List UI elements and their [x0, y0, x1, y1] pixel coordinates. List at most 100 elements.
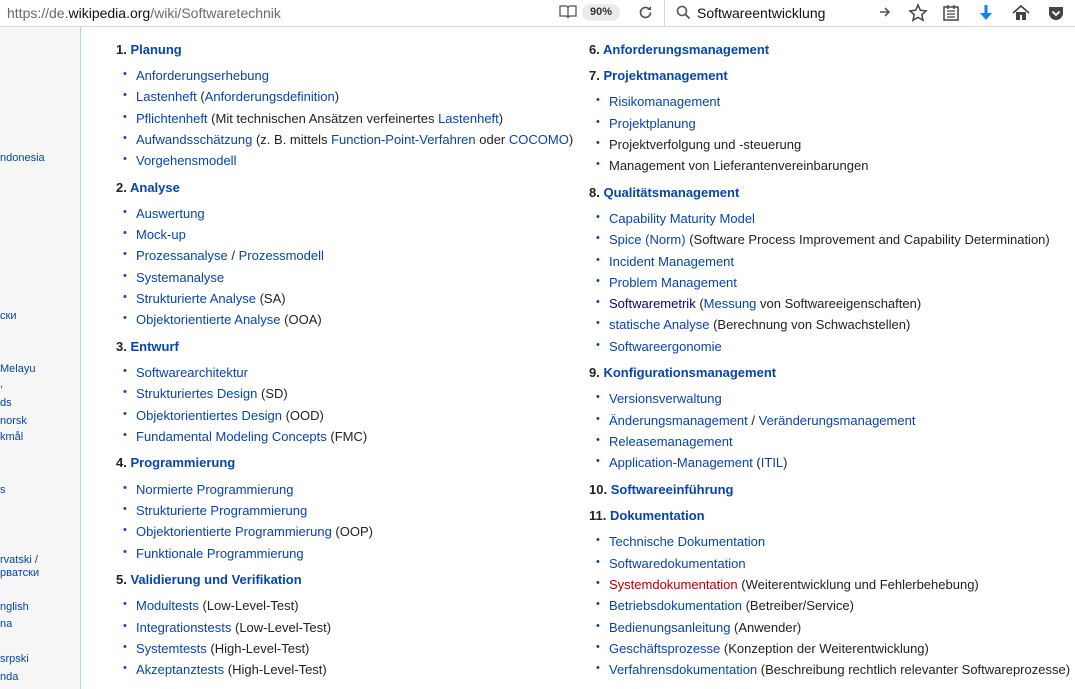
link[interactable]: Fundamental Modeling Concepts	[136, 429, 327, 444]
lang-link[interactable]: nglish	[0, 601, 29, 613]
bookmark-star-icon[interactable]	[908, 3, 928, 23]
lang-link[interactable]: ndonesia	[0, 152, 45, 164]
link[interactable]: Systemtests	[136, 641, 207, 656]
section-link[interactable]: Entwurf	[130, 339, 178, 354]
section-link[interactable]: Softwareeinführung	[611, 482, 734, 497]
link[interactable]: Objektorientierte Programmierung	[136, 524, 332, 539]
link[interactable]: Bedienungsanleitung	[609, 620, 730, 635]
lang-link[interactable]: nda	[0, 671, 18, 683]
link[interactable]: COCOMO	[509, 132, 569, 147]
section-link[interactable]: Validierung und Verifikation	[130, 572, 301, 587]
link[interactable]: Betriebsdokumentation	[609, 598, 742, 613]
lang-link[interactable]: kmål	[0, 431, 23, 443]
text: (Betreiber/Service)	[741, 598, 854, 613]
url-bar[interactable]: https://de.wikipedia.org/wiki/Softwarete…	[0, 0, 664, 26]
section-number: 5.	[116, 572, 127, 587]
link[interactable]: Softwaredokumentation	[609, 556, 746, 571]
link[interactable]: Modultests	[136, 598, 199, 613]
lang-link[interactable]: ds	[0, 397, 12, 409]
link[interactable]: Verfahrensdokumentation	[609, 662, 757, 677]
section-link[interactable]: Qualitätsmanagement	[603, 185, 739, 200]
link[interactable]: Objektorientiertes Design	[136, 408, 282, 423]
link[interactable]: Aufwandsschätzung	[136, 132, 252, 147]
section-link[interactable]: Dokumentation	[610, 508, 705, 523]
section-link[interactable]: Anforderungsmanagement	[603, 42, 769, 57]
link[interactable]: Anforderungserhebung	[136, 68, 269, 83]
link[interactable]: statische Analyse	[609, 317, 709, 332]
zoom-level-badge[interactable]: 90%	[582, 4, 620, 21]
link[interactable]: Lastenheft	[438, 111, 499, 126]
section-link[interactable]: Projektmanagement	[603, 68, 727, 83]
link[interactable]: Application-Management	[609, 455, 753, 470]
lang-link[interactable]: na	[0, 618, 12, 630]
link[interactable]: Integrationstests	[136, 620, 231, 635]
lang-link[interactable]: рватски	[0, 567, 39, 579]
url-text[interactable]: https://de.wikipedia.org/wiki/Softwarete…	[7, 5, 281, 21]
link[interactable]: Function-Point-Verfahren	[331, 132, 476, 147]
lang-link[interactable]: srpski	[0, 653, 29, 665]
link[interactable]: Geschäftsprozesse	[609, 641, 720, 656]
section-link[interactable]: Analyse	[130, 180, 180, 195]
text: (OOA)	[280, 312, 322, 327]
list-item: Aufwandsschätzung (z. B. mittels Functio…	[123, 132, 574, 147]
red-link[interactable]: Systemdokumentation	[609, 577, 738, 592]
link[interactable]: Anforderungsdefinition	[205, 89, 335, 104]
section-number: 11.	[589, 508, 607, 523]
link[interactable]: Problem Management	[609, 275, 737, 290]
link[interactable]: Änderungsmanagement	[609, 413, 748, 428]
list-item: Softwarearchitektur	[123, 365, 248, 380]
link[interactable]: Releasemanagement	[609, 434, 733, 449]
link[interactable]: Strukturierte Analyse	[136, 291, 256, 306]
link[interactable]: Capability Maturity Model	[609, 211, 755, 226]
home-icon[interactable]	[1011, 3, 1031, 23]
link[interactable]: Technische Dokumentation	[609, 534, 765, 549]
pocket-icon[interactable]	[1046, 3, 1066, 23]
link[interactable]: Strukturierte Programmierung	[136, 503, 307, 518]
link[interactable]: Mock-up	[136, 227, 186, 242]
lang-link[interactable]: ски	[0, 310, 16, 322]
search-bar[interactable]: Softwareentwicklung	[670, 0, 898, 26]
link[interactable]: Softwaremetrik	[609, 296, 696, 311]
link[interactable]: Normierte Programmierung	[136, 482, 294, 497]
section-heading-qualitaetsmanagement: 8. Qualitätsmanagement	[589, 185, 739, 200]
section-link[interactable]: Planung	[130, 42, 181, 57]
list-item: Prozessanalyse / Prozessmodell	[123, 248, 324, 263]
link[interactable]: Messung	[704, 296, 757, 311]
lang-link[interactable]: rvatski /	[0, 554, 38, 566]
link[interactable]: Vorgehensmodell	[136, 153, 236, 168]
section-link[interactable]: Programmierung	[130, 455, 235, 470]
bookmarks-library-icon[interactable]	[941, 3, 961, 23]
link[interactable]: Softwarearchitektur	[136, 365, 248, 380]
lang-link[interactable]: s	[0, 484, 6, 496]
link[interactable]: Lastenheft	[136, 89, 197, 104]
link[interactable]: ITIL	[761, 455, 783, 470]
link[interactable]: Auswertung	[136, 206, 205, 221]
go-arrow-icon[interactable]	[878, 5, 892, 19]
reader-view-icon[interactable]	[559, 4, 577, 20]
link[interactable]: Akzeptanztests	[136, 662, 224, 677]
link[interactable]: Softwareergonomie	[609, 339, 722, 354]
link[interactable]: Pflichtenheft	[136, 111, 208, 126]
lang-link[interactable]: ,	[0, 378, 3, 390]
search-input[interactable]: Softwareentwicklung	[697, 5, 825, 21]
toolbar-separator	[664, 0, 665, 27]
link[interactable]: Projektplanung	[609, 116, 696, 131]
link[interactable]: Systemanalyse	[136, 270, 224, 285]
link[interactable]: Prozessanalyse	[136, 248, 228, 263]
lang-link[interactable]: Melayu	[0, 363, 35, 375]
list-item: Geschäftsprozesse (Konzeption der Weiter…	[596, 641, 929, 656]
link[interactable]: Risikomanagement	[609, 94, 720, 109]
reload-icon[interactable]	[637, 4, 654, 21]
link[interactable]: Objektorientierte Analyse	[136, 312, 281, 327]
download-icon[interactable]	[976, 3, 996, 23]
lang-link[interactable]: norsk	[0, 415, 27, 427]
link[interactable]: Strukturiertes Design	[136, 386, 257, 401]
link[interactable]: Veränderungsmanagement	[759, 413, 916, 428]
link[interactable]: Incident Management	[609, 254, 734, 269]
link[interactable]: Versionsverwaltung	[609, 391, 722, 406]
link[interactable]: Spice (Norm)	[609, 232, 686, 247]
link[interactable]: Funktionale Programmierung	[136, 546, 304, 561]
link[interactable]: Prozessmodell	[239, 248, 324, 263]
section-link[interactable]: Konfigurationsmanagement	[603, 365, 776, 380]
text: )	[568, 132, 574, 147]
